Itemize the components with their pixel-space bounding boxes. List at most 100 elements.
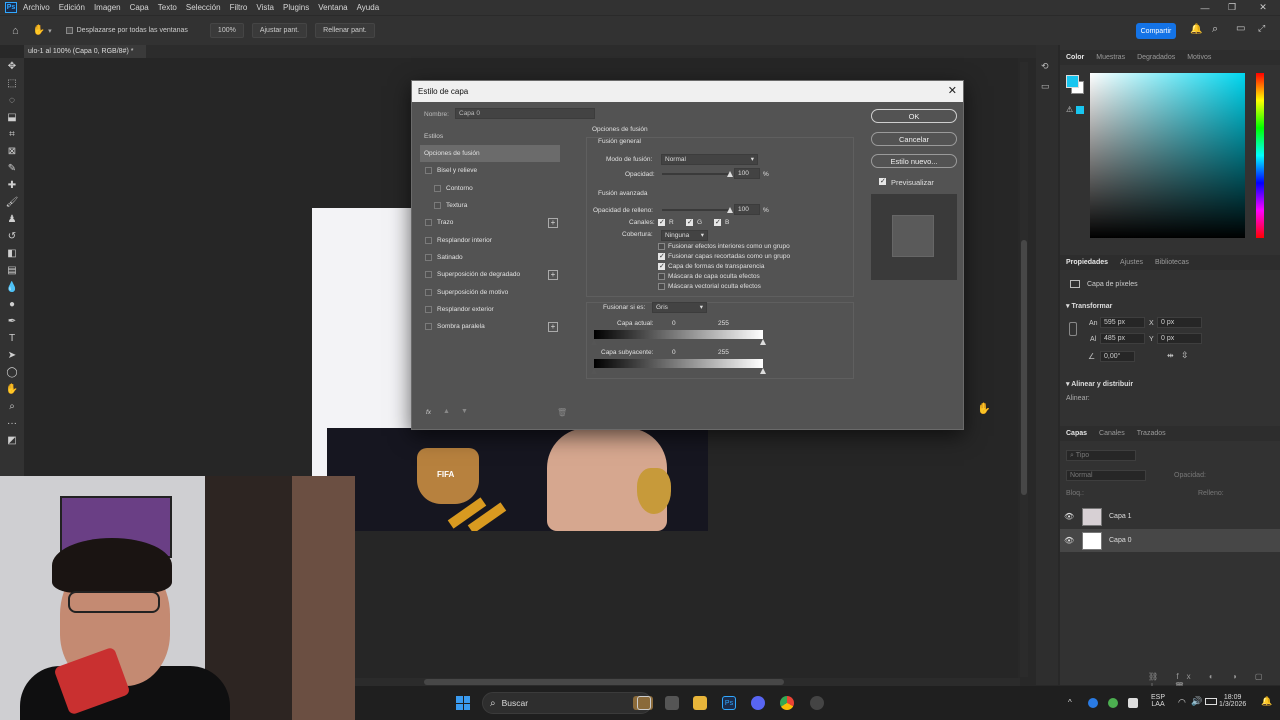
document-tab[interactable]: ulo-1 al 100% (Capa 0, RGB/8#) * xyxy=(24,45,146,58)
name-field[interactable]: Capa 0 xyxy=(455,108,595,119)
cancel-button[interactable]: Cancelar xyxy=(871,132,957,146)
layer-row[interactable]: 👁 Capa 0 xyxy=(1060,529,1280,552)
menu-edicion[interactable]: Edición xyxy=(59,3,85,12)
windows-start-icon[interactable] xyxy=(456,696,470,710)
fx-icon[interactable]: fx xyxy=(426,409,431,416)
taskbar-search[interactable]: ⌕ Buscar xyxy=(482,692,652,714)
style-item-texture[interactable]: Textura xyxy=(420,197,560,214)
new-style-button[interactable]: Estilo nuevo... xyxy=(871,154,957,168)
style-checkbox[interactable] xyxy=(434,202,441,210)
tab-swatches[interactable]: Muestras xyxy=(1096,54,1125,61)
vertical-scrollbar-thumb[interactable] xyxy=(1021,240,1027,495)
this-layer-gradient[interactable] xyxy=(594,330,763,339)
web-color-swatch[interactable] xyxy=(1076,106,1084,114)
y-field[interactable]: 0 px xyxy=(1157,333,1202,344)
add-gradient-overlay-icon[interactable]: + xyxy=(548,269,558,280)
healing-brush-tool-icon[interactable]: ✚ xyxy=(0,177,24,194)
pen-tool-icon[interactable]: ✒ xyxy=(0,313,24,330)
app-icon[interactable] xyxy=(810,696,824,710)
underlying-white-slider[interactable] xyxy=(760,368,766,374)
menu-plugins[interactable]: Plugins xyxy=(283,3,309,12)
opacity-field[interactable]: 100 xyxy=(734,168,760,179)
menu-vista[interactable]: Vista xyxy=(256,3,274,12)
channel-g-checkbox[interactable] xyxy=(686,218,693,226)
tab-layers[interactable]: Capas xyxy=(1066,430,1087,437)
history-panel-icon[interactable]: ⟲ xyxy=(1041,61,1049,72)
opacity-slider-track[interactable] xyxy=(662,173,730,175)
share-button[interactable]: Compartir xyxy=(1136,23,1176,39)
search-icon[interactable]: ⌕ xyxy=(1212,23,1218,36)
blend-if-select[interactable]: Gris ▾ xyxy=(652,302,707,313)
fg-bg-color-icon[interactable]: ◩ xyxy=(0,432,24,449)
style-checkbox[interactable] xyxy=(425,323,432,331)
style-item-drop-shadow[interactable]: Sombra paralela + xyxy=(420,318,560,335)
blur-tool-icon[interactable]: 💧 xyxy=(0,279,24,296)
clone-stamp-tool-icon[interactable]: ♟ xyxy=(0,211,24,228)
shape-tool-icon[interactable]: ◯ xyxy=(0,364,24,381)
style-item-gradient-overlay[interactable]: Superposición de degradado + xyxy=(420,266,560,283)
tab-libraries[interactable]: Bibliotecas xyxy=(1155,259,1189,266)
dodge-tool-icon[interactable]: ● xyxy=(0,296,24,313)
menu-archivo[interactable]: Archivo xyxy=(23,3,50,12)
menu-seleccion[interactable]: Selección xyxy=(186,3,221,12)
battery-icon[interactable] xyxy=(1205,698,1217,705)
tray-app-icon[interactable] xyxy=(1128,698,1138,708)
document-photo[interactable]: FIFA xyxy=(327,428,708,531)
close-icon[interactable]: ✕ xyxy=(1248,0,1278,15)
lasso-tool-icon[interactable]: ◌ xyxy=(0,92,24,109)
style-item-bevel[interactable]: Bisel y relieve xyxy=(420,162,560,179)
fill-opacity-slider-track[interactable] xyxy=(662,209,730,211)
channel-r-checkbox[interactable] xyxy=(658,218,665,226)
tab-color[interactable]: Color xyxy=(1066,54,1084,61)
eyedropper-tool-icon[interactable]: ✎ xyxy=(0,160,24,177)
delete-effect-icon[interactable]: 🗑 xyxy=(557,408,567,417)
tab-patterns[interactable]: Motivos xyxy=(1187,54,1211,61)
minimize-icon[interactable]: — xyxy=(1190,0,1220,15)
crop-tool-icon[interactable]: ⌗ xyxy=(0,126,24,143)
height-field[interactable]: 485 px xyxy=(1100,333,1145,344)
tab-adjustments[interactable]: Ajustes xyxy=(1120,259,1143,266)
menu-ayuda[interactable]: Ayuda xyxy=(357,3,380,12)
add-stroke-icon[interactable]: + xyxy=(548,217,558,228)
frame-tool-icon[interactable]: ⊠ xyxy=(0,143,24,160)
tab-paths[interactable]: Trazados xyxy=(1137,430,1166,437)
type-tool-icon[interactable]: T xyxy=(0,330,24,347)
channel-b-checkbox[interactable] xyxy=(714,218,721,226)
menu-texto[interactable]: Texto xyxy=(158,3,177,12)
transparency-shapes-checkbox[interactable] xyxy=(658,262,665,270)
app-icon[interactable] xyxy=(665,696,679,710)
style-item-outer-glow[interactable]: Resplandor exterior xyxy=(420,301,560,318)
chrome-icon[interactable] xyxy=(780,696,794,710)
history-brush-tool-icon[interactable]: ↺ xyxy=(0,228,24,245)
underlying-layer-gradient[interactable] xyxy=(594,359,763,368)
preview-checkbox[interactable] xyxy=(879,177,886,185)
foreground-color-swatch[interactable] xyxy=(1066,75,1079,88)
underlying-black-slider[interactable] xyxy=(591,368,597,374)
layer-mask-hides-checkbox[interactable] xyxy=(658,273,665,280)
tab-properties[interactable]: Propiedades xyxy=(1066,259,1108,266)
home-icon[interactable]: ⌂ xyxy=(12,25,19,37)
link-dimensions-icon[interactable] xyxy=(1069,322,1077,336)
photoshop-taskbar-icon[interactable]: Ps xyxy=(722,696,736,710)
comments-panel-icon[interactable]: ▭ xyxy=(1041,81,1050,92)
fill-screen-button[interactable]: Rellenar pant. xyxy=(315,23,375,38)
move-up-icon[interactable]: ▲ xyxy=(443,408,450,415)
workspace-icon[interactable]: ▭ xyxy=(1236,23,1245,34)
style-checkbox[interactable] xyxy=(425,219,432,227)
width-field[interactable]: 595 px xyxy=(1100,317,1145,328)
layer-blend-mode-select[interactable]: Normal xyxy=(1066,470,1146,481)
notification-bell-icon[interactable]: 🔔 xyxy=(1261,696,1272,707)
visibility-eye-icon[interactable]: 👁 xyxy=(1064,512,1078,521)
path-select-tool-icon[interactable]: ➤ xyxy=(0,347,24,364)
fit-screen-button[interactable]: Ajustar pant. xyxy=(251,23,308,38)
clock[interactable]: 18:09 1/3/2026 xyxy=(1219,694,1246,708)
transform-header[interactable]: ▾ Transformar xyxy=(1066,302,1112,310)
style-checkbox[interactable] xyxy=(425,167,432,175)
gradient-tool-icon[interactable]: ▤ xyxy=(0,262,24,279)
restore-icon[interactable]: ❐ xyxy=(1217,0,1247,15)
style-item-pattern-overlay[interactable]: Superposición de motivo xyxy=(420,283,560,300)
opacity-slider-thumb[interactable] xyxy=(727,171,733,177)
style-item-contour[interactable]: Contorno xyxy=(420,180,560,197)
language-indicator[interactable]: ESP LAA xyxy=(1151,694,1165,708)
menu-imagen[interactable]: Imagen xyxy=(94,3,121,12)
